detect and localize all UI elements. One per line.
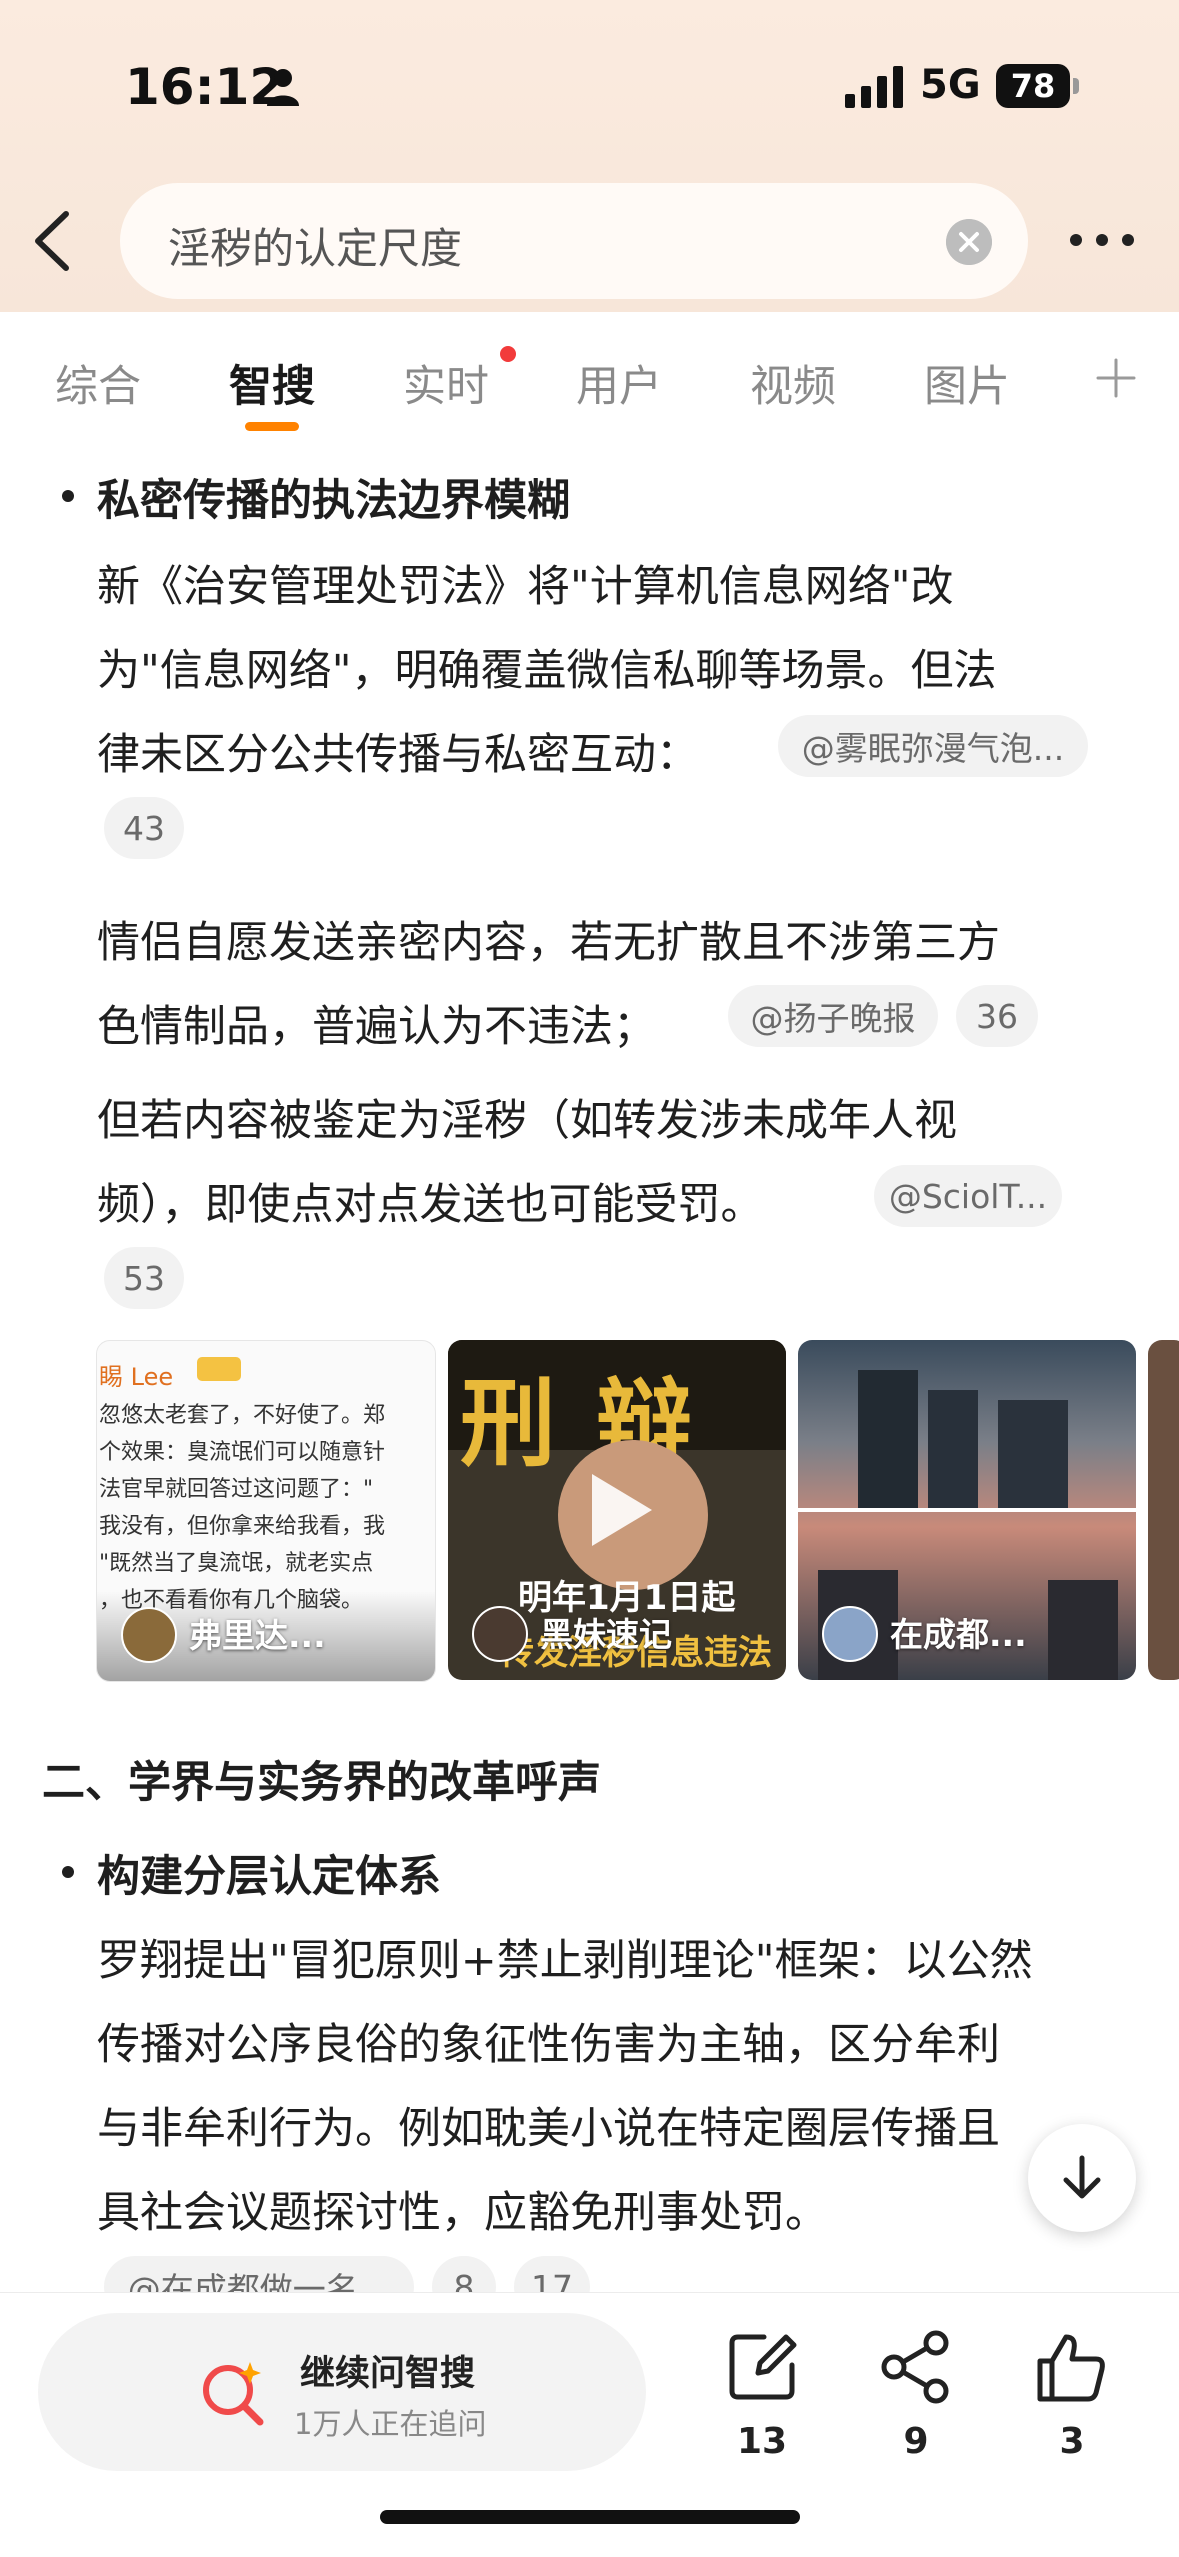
network-type: 5G	[920, 62, 981, 108]
avatar	[121, 1607, 177, 1663]
tab-bar: 综合 智搜 实时 用户 视频 图片	[0, 312, 1179, 442]
active-tab-indicator	[245, 422, 299, 431]
paragraph-line: 频），即使点对点发送也可能受罚。	[97, 1180, 764, 1230]
comment-count: 13	[736, 2421, 788, 2462]
source-chip[interactable]: @雾眠弥漫气泡...	[778, 715, 1088, 777]
battery-cap	[1073, 78, 1079, 94]
continue-ask-button[interactable]: 继续问智搜 1万人正在追问	[38, 2313, 646, 2471]
image-thumbnail[interactable]: 睗 Lee 忽悠太老套了，不好使了。郑 个效果：臭流氓们可以随意针 法官早就回答…	[96, 1340, 436, 1682]
tab-videos[interactable]: 视频	[750, 352, 836, 414]
home-indicator	[380, 2510, 800, 2524]
search-query: 淫秽的认定尺度	[168, 224, 463, 273]
like-icon[interactable]	[1034, 2329, 1110, 2405]
share-count: 9	[903, 2421, 929, 2462]
paragraph-line: 罗翔提出"冒犯原则+禁止剥削理论"框架：以公然	[97, 1936, 1033, 1986]
avatar	[472, 1606, 528, 1662]
share-icon[interactable]	[878, 2329, 954, 2405]
paragraph-line: 色情制品，普遍认为不违法；	[97, 1002, 656, 1052]
tab-comprehensive[interactable]: 综合	[55, 352, 141, 414]
paragraph-line: 律未区分公共传播与私密互动：	[97, 730, 699, 780]
tab-users[interactable]: 用户	[576, 352, 662, 414]
image-thumbnail-partial[interactable]	[1148, 1340, 1179, 1680]
section-title: 二、学界与实务界的改革呼声	[42, 1758, 601, 1808]
thumbnail-label: 弗里达...	[189, 1616, 326, 1655]
image-thumbnail[interactable]: 在成都...	[798, 1340, 1136, 1680]
more-icon[interactable]	[1068, 228, 1136, 252]
tab-realtime[interactable]: 实时	[403, 352, 489, 414]
thumbnail-label: 在成都...	[890, 1615, 1027, 1654]
person-icon	[267, 69, 299, 106]
paragraph-line: 具社会议题探讨性，应豁免刑事处罚。	[97, 2188, 828, 2238]
building-silhouette	[998, 1400, 1068, 1510]
play-icon[interactable]	[586, 1470, 656, 1550]
building-silhouette	[1048, 1580, 1118, 1680]
thumbnail-text: 忽悠太老套了，不好使了。郑 个效果：臭流氓们可以随意针 法官早就回答过这问题了：…	[99, 1403, 386, 1613]
clear-icon[interactable]	[946, 219, 992, 265]
tab-smart-search[interactable]: 智搜	[229, 352, 315, 414]
avatar	[822, 1606, 878, 1662]
battery-indicator: 78	[996, 64, 1070, 108]
arrow-down-icon	[1063, 2155, 1101, 2199]
paragraph-line: 新《治安管理处罚法》将"计算机信息网络"改	[97, 562, 954, 612]
reference-count-chip[interactable]: 53	[104, 1247, 184, 1309]
source-chip[interactable]: @SciolT...	[874, 1165, 1062, 1227]
source-chip[interactable]: @扬子晚报	[728, 985, 938, 1047]
paragraph-line: 情侣自愿发送亲密内容，若无扩散且不涉第三方	[97, 918, 1000, 968]
comment-icon[interactable]	[724, 2329, 800, 2405]
section-heading: 构建分层认定体系	[97, 1852, 441, 1902]
status-time: 16:12	[125, 58, 285, 116]
building-silhouette	[928, 1390, 978, 1510]
scroll-down-button[interactable]	[1028, 2124, 1136, 2232]
tab-images[interactable]: 图片	[924, 352, 1010, 414]
bullet	[62, 1866, 74, 1878]
plus-icon[interactable]	[1096, 358, 1136, 398]
thumbnail-header: 睗 Lee	[99, 1363, 174, 1391]
paragraph-line: 传播对公序良俗的象征性伤害为主轴，区分牟利	[97, 2020, 1000, 2070]
ask-subtitle: 1万人正在追问	[294, 2407, 487, 2441]
paragraph-line: 为"信息网络"，明确覆盖微信私聊等场景。但法	[97, 646, 997, 696]
paragraph-line: 但若内容被鉴定为淫秽（如转发涉未成年人视	[97, 1096, 957, 1146]
ask-title: 继续问智搜	[300, 2354, 476, 2394]
badge-icon	[197, 1357, 241, 1381]
image-divider	[798, 1508, 1136, 1512]
building-silhouette	[858, 1370, 918, 1510]
section-heading: 私密传播的执法边界模糊	[97, 476, 570, 526]
notification-dot	[500, 346, 516, 362]
thumbnail-label: 黑妹速记	[540, 1615, 672, 1654]
bullet	[62, 490, 74, 502]
paragraph-line: 与非牟利行为。例如耽美小说在特定圈层传播且	[97, 2104, 1000, 2154]
like-count: 3	[1059, 2421, 1085, 2462]
search-input[interactable]: 淫秽的认定尺度	[120, 183, 1028, 299]
ai-search-icon	[203, 2362, 264, 2426]
back-icon[interactable]	[30, 210, 74, 272]
reference-count-chip[interactable]: 43	[104, 797, 184, 859]
signal-icon	[845, 66, 903, 108]
reference-count-chip[interactable]: 36	[956, 985, 1038, 1047]
video-thumbnail[interactable]: 刑辩 明年1月1日起 传发淫秽信息违法 黑妹速记	[448, 1340, 786, 1680]
